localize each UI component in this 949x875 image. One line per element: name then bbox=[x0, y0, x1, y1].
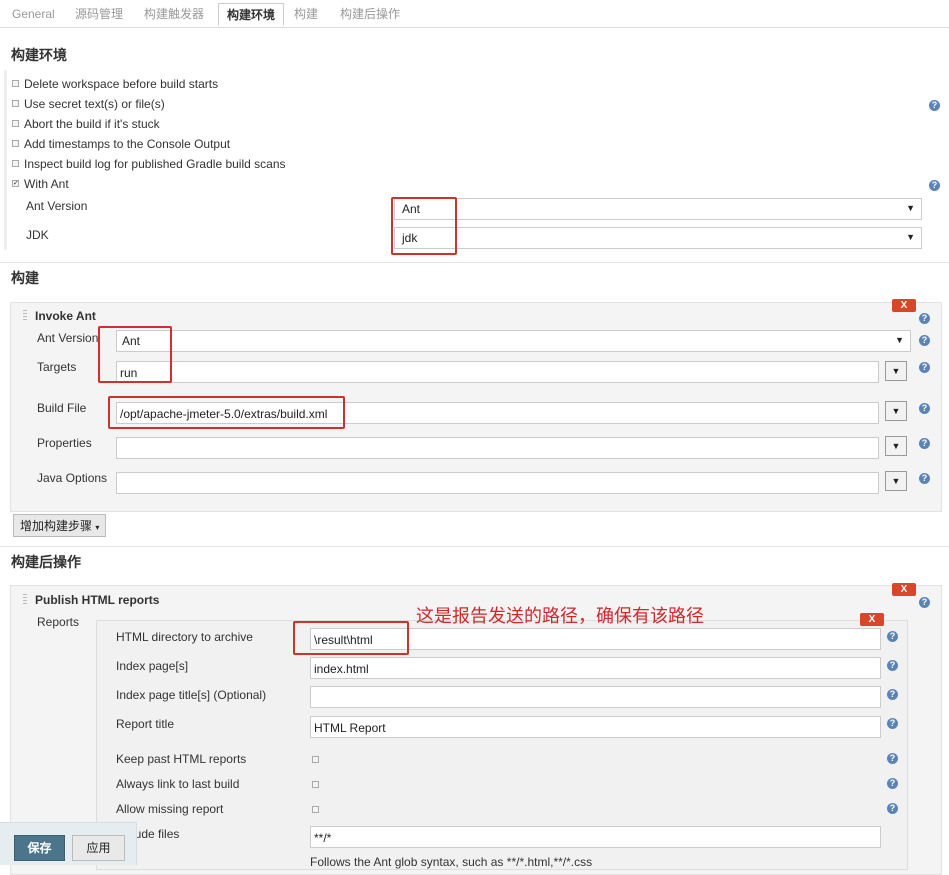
properties-label: Properties bbox=[37, 436, 92, 450]
highlight-box-build-file bbox=[108, 396, 345, 429]
allow-missing-checkbox[interactable] bbox=[312, 806, 319, 813]
apply-button[interactable]: 应用 bbox=[72, 835, 125, 861]
include-files-input[interactable]: **/* bbox=[310, 826, 881, 848]
delete-step-button[interactable]: X bbox=[892, 583, 916, 596]
keep-past-label: Keep past HTML reports bbox=[116, 752, 247, 766]
delete-step-button[interactable]: X bbox=[892, 299, 916, 312]
invoke-ant-title: Invoke Ant bbox=[35, 309, 96, 323]
add-build-step-label: 增加构建步骤 bbox=[20, 519, 93, 533]
config-tab-bar: General 源码管理 构建触发器 构建环境 构建 构建后操作 bbox=[0, 0, 949, 28]
html-dir-label: HTML directory to archive bbox=[116, 630, 253, 644]
env-jdk-select[interactable]: jdk ▼ bbox=[394, 227, 922, 249]
env-jdk-label: JDK bbox=[26, 228, 49, 242]
help-icon[interactable]: ? bbox=[929, 180, 940, 191]
post-build-title: 构建后操作 bbox=[11, 554, 81, 570]
abort-stuck-label: Abort the build if it's stuck bbox=[24, 117, 160, 131]
gradle-scans-label: Inspect build log for published Gradle b… bbox=[24, 157, 286, 171]
expand-field-button[interactable]: ▼ bbox=[885, 471, 907, 491]
help-icon[interactable]: ? bbox=[929, 100, 940, 111]
targets-label: Targets bbox=[37, 360, 77, 374]
highlight-box-ant-targets bbox=[98, 326, 172, 383]
help-icon[interactable]: ? bbox=[919, 362, 930, 373]
chevron-down-icon: ▼ bbox=[906, 232, 915, 242]
help-icon[interactable]: ? bbox=[887, 660, 898, 671]
always-link-label: Always link to last build bbox=[116, 777, 240, 791]
help-icon[interactable]: ? bbox=[887, 753, 898, 764]
env-ant-version-label: Ant Version bbox=[26, 199, 88, 213]
expand-field-button[interactable]: ▼ bbox=[885, 361, 907, 381]
index-title-label: Index page title[s] (Optional) bbox=[116, 688, 267, 702]
build-env-title: 构建环境 bbox=[11, 47, 67, 63]
allow-missing-label: Allow missing report bbox=[116, 802, 224, 816]
help-icon[interactable]: ? bbox=[887, 718, 898, 729]
chevron-down-icon: ▾ bbox=[95, 523, 100, 532]
index-title-input[interactable] bbox=[310, 686, 881, 708]
glob-syntax-hint: Follows the Ant glob syntax, such as **/… bbox=[310, 855, 593, 869]
highlight-box-env bbox=[391, 197, 457, 255]
java-options-label: Java Options bbox=[37, 471, 108, 485]
ant-version-select[interactable]: Ant ▼ bbox=[116, 330, 911, 352]
with-ant-checkbox[interactable]: ✓ bbox=[12, 180, 19, 187]
build-file-label: Build File bbox=[37, 401, 87, 415]
delete-workspace-label: Delete workspace before build starts bbox=[24, 77, 219, 91]
build-title: 构建 bbox=[11, 270, 39, 286]
report-title-input[interactable]: HTML Report bbox=[310, 716, 881, 738]
help-icon[interactable]: ? bbox=[887, 631, 898, 642]
always-link-checkbox[interactable] bbox=[312, 781, 319, 788]
tab-general[interactable]: General bbox=[4, 3, 63, 26]
with-ant-label: With Ant bbox=[24, 177, 69, 191]
chevron-down-icon: ▼ bbox=[906, 203, 915, 213]
abort-stuck-checkbox[interactable] bbox=[12, 120, 19, 127]
delete-workspace-checkbox[interactable] bbox=[12, 80, 19, 87]
help-icon[interactable]: ? bbox=[887, 778, 898, 789]
expand-field-button[interactable]: ▼ bbox=[885, 401, 907, 421]
env-ant-version-select[interactable]: Ant ▼ bbox=[394, 198, 922, 220]
index-page-input[interactable]: index.html bbox=[310, 657, 881, 679]
gradle-scans-checkbox[interactable] bbox=[12, 160, 19, 167]
targets-input[interactable]: run bbox=[116, 361, 879, 383]
drag-handle-icon[interactable] bbox=[23, 310, 27, 322]
help-icon[interactable]: ? bbox=[919, 597, 930, 608]
secret-text-checkbox[interactable] bbox=[12, 100, 19, 107]
keep-past-checkbox[interactable] bbox=[312, 756, 319, 763]
drag-handle-icon[interactable] bbox=[23, 594, 27, 606]
tab-source-code[interactable]: 源码管理 bbox=[67, 3, 131, 26]
index-page-label: Index page[s] bbox=[116, 659, 189, 673]
highlight-box-html-dir bbox=[293, 621, 409, 655]
java-options-input[interactable] bbox=[116, 472, 879, 494]
reports-label: Reports bbox=[37, 615, 80, 629]
add-build-step-button[interactable]: 增加构建步骤 ▾ bbox=[13, 514, 107, 537]
section-separator bbox=[0, 546, 949, 547]
delete-report-button[interactable]: X bbox=[860, 613, 884, 626]
help-icon[interactable]: ? bbox=[887, 689, 898, 700]
save-button[interactable]: 保存 bbox=[14, 835, 65, 861]
tab-build-triggers[interactable]: 构建触发器 bbox=[136, 3, 212, 26]
index-page-value: index.html bbox=[314, 662, 369, 676]
help-icon[interactable]: ? bbox=[919, 438, 930, 449]
properties-input[interactable] bbox=[116, 437, 879, 459]
help-icon[interactable]: ? bbox=[887, 803, 898, 814]
include-files-value: **/* bbox=[314, 831, 332, 845]
ant-version-label: Ant Version bbox=[37, 331, 99, 345]
report-title-value: HTML Report bbox=[314, 721, 386, 735]
help-icon[interactable]: ? bbox=[919, 473, 930, 484]
help-icon[interactable]: ? bbox=[919, 403, 930, 414]
tab-build-environment[interactable]: 构建环境 bbox=[218, 3, 285, 26]
section-indent-bar bbox=[4, 70, 7, 250]
publish-html-title: Publish HTML reports bbox=[35, 593, 160, 607]
help-icon[interactable]: ? bbox=[919, 335, 930, 346]
report-title-label: Report title bbox=[116, 717, 175, 731]
expand-field-button[interactable]: ▼ bbox=[885, 436, 907, 456]
tab-post-build[interactable]: 构建后操作 bbox=[332, 3, 408, 26]
timestamps-label: Add timestamps to the Console Output bbox=[24, 137, 231, 151]
chevron-down-icon: ▼ bbox=[895, 335, 904, 345]
help-icon[interactable]: ? bbox=[919, 313, 930, 324]
tab-build[interactable]: 构建 bbox=[286, 3, 326, 26]
timestamps-checkbox[interactable] bbox=[12, 140, 19, 147]
secret-text-label: Use secret text(s) or file(s) bbox=[24, 97, 165, 111]
section-separator bbox=[0, 262, 949, 263]
annotation-text: 这是报告发送的路径，确保有该路径 bbox=[416, 606, 704, 626]
